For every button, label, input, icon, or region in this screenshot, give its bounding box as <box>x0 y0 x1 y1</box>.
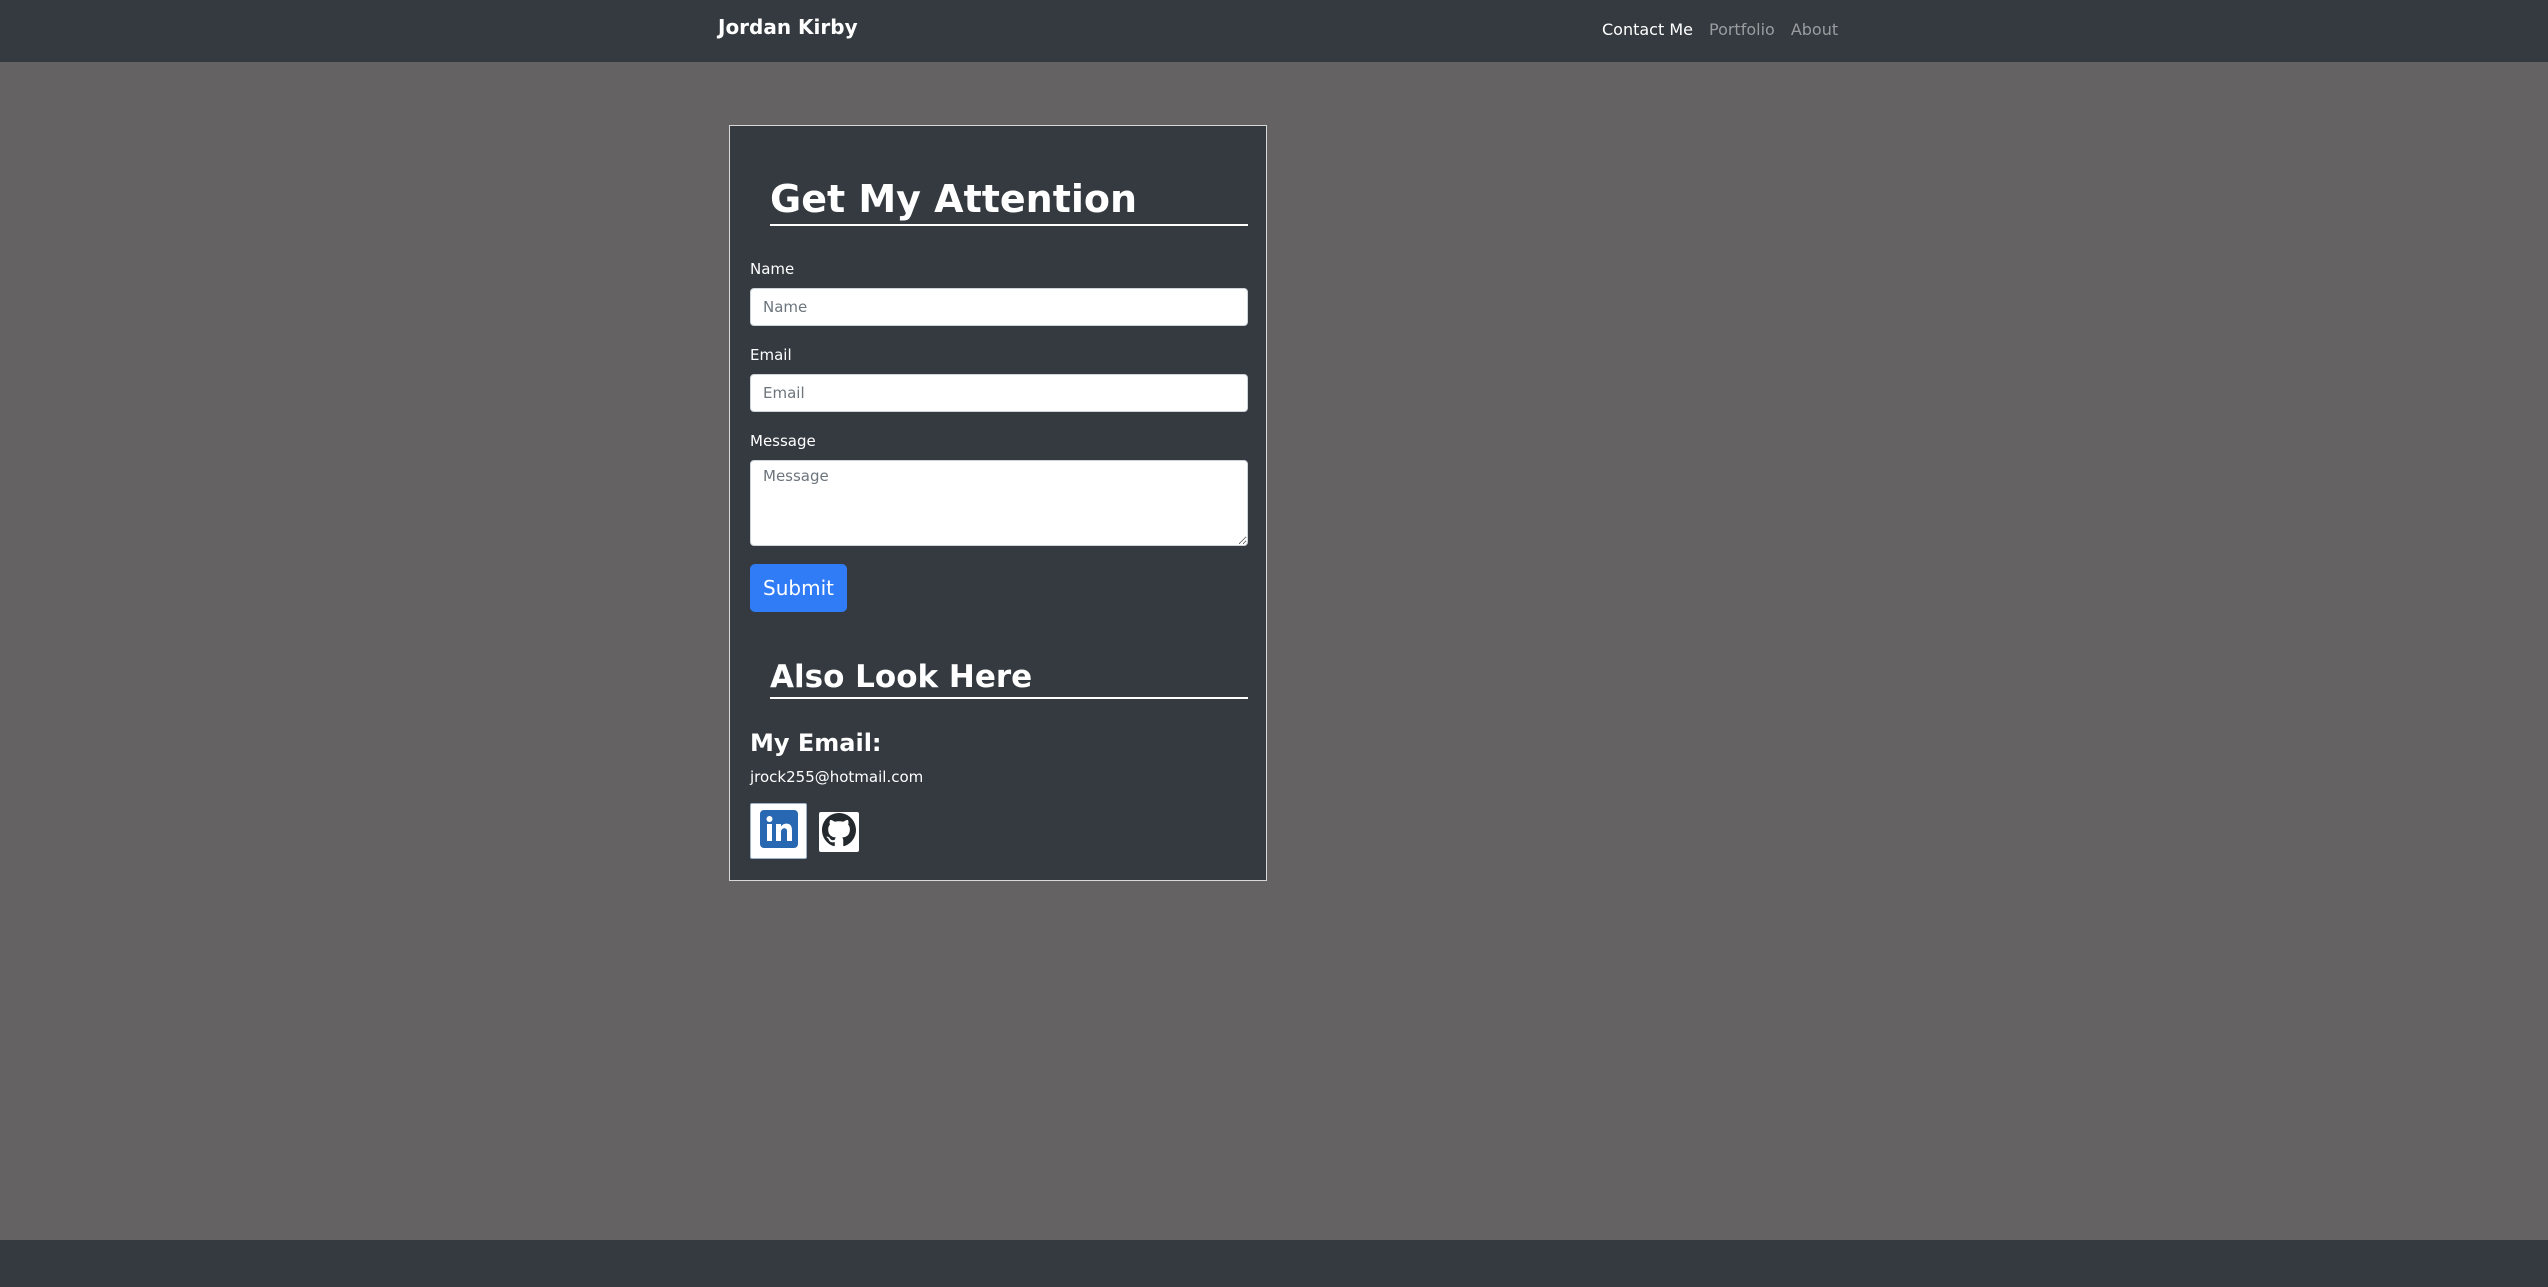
name-label: Name <box>750 260 795 278</box>
linkedin-link[interactable] <box>750 803 807 859</box>
email-address: jrock255@hotmail.com <box>750 768 924 786</box>
contact-form-title: Get My Attention <box>770 174 1248 226</box>
nav-link-about[interactable]: About <box>1791 17 1838 43</box>
message-label: Message <box>750 432 816 450</box>
linkedin-icon <box>759 810 798 852</box>
footer <box>0 1240 2548 1287</box>
nav-links: Contact Me Portfolio About <box>1602 17 1838 43</box>
github-link[interactable] <box>819 812 859 852</box>
message-textarea[interactable] <box>750 460 1248 546</box>
navbar: Jordan Kirby Contact Me Portfolio About <box>0 0 2548 62</box>
submit-button[interactable]: Submit <box>750 564 847 612</box>
nav-link-contact-me[interactable]: Contact Me <box>1602 17 1693 43</box>
brand-link[interactable]: Jordan Kirby <box>718 13 858 41</box>
nav-link-portfolio[interactable]: Portfolio <box>1709 17 1775 43</box>
also-look-title: Also Look Here <box>770 657 1248 699</box>
contact-card: Get My Attention Name Email Message Subm… <box>729 125 1267 881</box>
email-label: Email <box>750 346 792 364</box>
my-email-heading: My Email: <box>750 729 882 757</box>
name-input[interactable] <box>750 288 1248 326</box>
email-input[interactable] <box>750 374 1248 412</box>
github-icon <box>822 813 856 851</box>
